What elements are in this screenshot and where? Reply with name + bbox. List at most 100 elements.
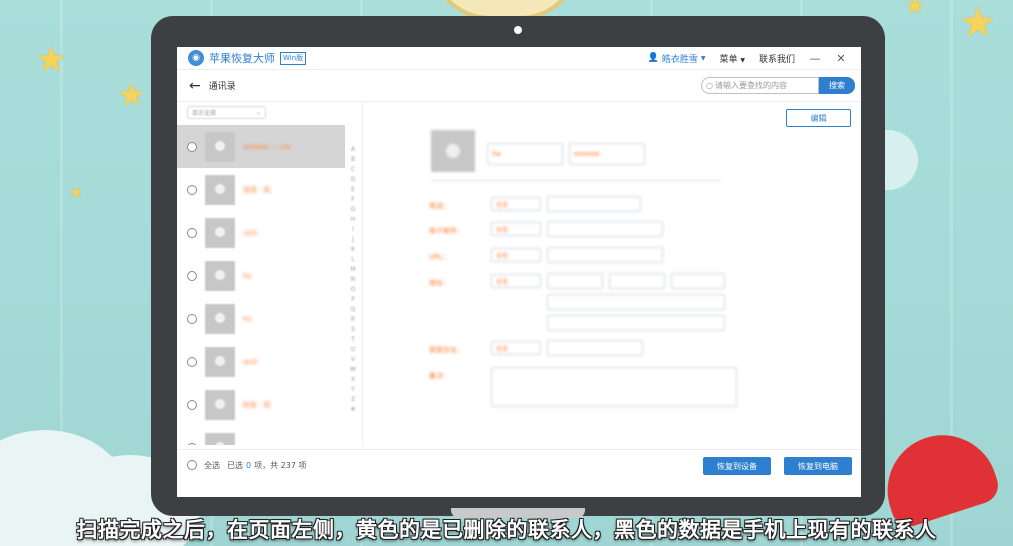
address-field-3[interactable] (671, 273, 725, 289)
alphabet-letter[interactable]: X (347, 375, 359, 385)
email-field[interactable] (547, 221, 663, 237)
list-item[interactable]: hu (177, 297, 345, 340)
alphabet-letter[interactable]: P (347, 295, 359, 305)
address-field-2[interactable] (609, 273, 665, 289)
star-decoration: ★ (70, 185, 83, 201)
alphabet-letter[interactable]: Z (347, 395, 359, 405)
contact-name: hy (243, 271, 252, 280)
star-decoration: ★ (960, 0, 996, 46)
alphabet-letter[interactable]: Q (347, 305, 359, 315)
alphabet-letter[interactable]: A (347, 145, 359, 155)
filter-dropdown[interactable]: 显示全部 ⌄ (187, 106, 266, 119)
edit-button[interactable]: 编辑 (786, 109, 851, 127)
user-menu[interactable]: 👤 皓衣胜雪 ▼ (648, 52, 706, 65)
list-item[interactable] (177, 426, 345, 445)
alphabet-letter[interactable]: T (347, 335, 359, 345)
avatar (205, 174, 235, 205)
laptop-frame: ◉ 苹果恢复大师 Win版 👤 皓衣胜雪 ▼ 菜单 ▼ 联系我们 — ✕ ← 通… (151, 16, 885, 518)
alphabet-letter[interactable]: R (347, 315, 359, 325)
address-type-select[interactable]: 住宅 (491, 274, 541, 288)
contact-checkbox[interactable] (187, 227, 197, 238)
alphabet-letter[interactable]: C (347, 165, 359, 175)
contact-name: cjcb (243, 228, 258, 237)
close-button[interactable]: ✕ (835, 52, 847, 65)
phone-field[interactable] (547, 196, 641, 212)
alphabet-letter[interactable]: W (347, 365, 359, 375)
alphabet-letter[interactable]: K (347, 245, 359, 255)
alphabet-letter[interactable]: F (347, 195, 359, 205)
search-icon: ○ (706, 81, 713, 90)
email-label: 电子邮件： (429, 227, 464, 235)
url-type-select[interactable]: 住宅 (491, 248, 541, 262)
contact-checkbox[interactable] (187, 270, 197, 281)
avatar (205, 131, 235, 162)
phone-type-select[interactable]: 住宅 (491, 197, 541, 211)
list-item[interactable]: 好友 · 机 (177, 383, 345, 426)
contact-us-link[interactable]: 联系我们 (759, 52, 795, 65)
contact-checkbox[interactable] (187, 184, 197, 195)
last-name-field[interactable]: eeeeee (569, 143, 645, 165)
address-field-5[interactable] (547, 315, 725, 331)
filter-label: 显示全部 (192, 110, 217, 117)
divider (431, 180, 721, 181)
note-textarea[interactable] (491, 367, 737, 407)
restore-to-pc-button[interactable]: 恢复到电脑 (784, 457, 852, 475)
url-field[interactable] (547, 247, 663, 263)
first-name-field[interactable]: ha (487, 143, 563, 165)
alphabet-letter[interactable]: D (347, 175, 359, 185)
select-all-label: 全选 (204, 460, 220, 470)
contact-checkbox[interactable] (187, 399, 197, 410)
list-item[interactable]: eeeeee — cle (177, 125, 345, 168)
selected-prefix: 已选 (227, 460, 243, 470)
back-arrow-icon[interactable]: ← (189, 78, 201, 94)
alphabet-letter[interactable]: V (347, 355, 359, 365)
user-icon: 👤 (647, 53, 659, 63)
avatar (205, 217, 235, 248)
selected-count: 0 (246, 460, 252, 470)
contact-checkbox[interactable] (187, 141, 197, 152)
alphabet-letter[interactable]: M (347, 265, 359, 275)
avatar (431, 130, 475, 172)
alphabet-letter[interactable]: S (347, 325, 359, 335)
select-all-checkbox[interactable] (187, 460, 197, 470)
search-bar: ○ 请输入要查找的内容 搜索 (701, 77, 855, 94)
alphabet-letter[interactable]: J (347, 235, 359, 245)
address-field-1[interactable] (547, 273, 603, 289)
app-window: ◉ 苹果恢复大师 Win版 👤 皓衣胜雪 ▼ 菜单 ▼ 联系我们 — ✕ ← 通… (177, 47, 861, 497)
alphabet-letter[interactable]: # (347, 405, 359, 415)
avatar (205, 389, 235, 420)
alphabet-letter[interactable]: L (347, 255, 359, 265)
alphabet-index[interactable]: A B C D E F G H I J K L M N O P Q R S T U V W X Y Z # (347, 145, 359, 415)
webcam-dot (514, 26, 522, 34)
contact-detail-panel: 编辑 ha eeeeee 电话： 住宅 电子邮件： 住宅 URL： 住宅 地址：… (363, 103, 861, 445)
contact-checkbox[interactable] (187, 313, 197, 324)
contact-checkbox[interactable] (187, 442, 197, 445)
menu-label: 菜单 (719, 54, 738, 65)
list-item[interactable]: cjcb (177, 211, 345, 254)
search-button[interactable]: 搜索 (819, 77, 855, 94)
chevron-down-icon: ▼ (740, 56, 745, 64)
alphabet-letter[interactable]: Y (347, 385, 359, 395)
list-item[interactable]: 佳佳 · 机 (177, 168, 345, 211)
alphabet-letter[interactable]: E (347, 185, 359, 195)
alphabet-letter[interactable]: B (347, 155, 359, 165)
contact-checkbox[interactable] (187, 356, 197, 367)
alphabet-letter[interactable]: I (347, 225, 359, 235)
alphabet-letter[interactable]: H (347, 215, 359, 225)
list-item[interactable]: hy (177, 254, 345, 297)
star-decoration: ★ (36, 40, 67, 80)
restore-to-device-button[interactable]: 恢复到设备 (703, 457, 771, 475)
search-input[interactable]: ○ 请输入要查找的内容 (701, 77, 819, 94)
contact-name: hu (243, 314, 252, 323)
menu-button[interactable]: 菜单 ▼ (719, 52, 745, 65)
alphabet-letter[interactable]: N (347, 275, 359, 285)
alphabet-letter[interactable]: O (347, 285, 359, 295)
address-field-4[interactable] (547, 294, 725, 310)
email-type-select[interactable]: 住宅 (491, 222, 541, 236)
list-item[interactable]: wuli (177, 340, 345, 383)
home-type-select[interactable]: 住宅 (491, 341, 541, 355)
alphabet-letter[interactable]: G (347, 205, 359, 215)
alphabet-letter[interactable]: U (347, 345, 359, 355)
home-field[interactable] (547, 340, 643, 356)
minimize-button[interactable]: — (809, 52, 821, 65)
